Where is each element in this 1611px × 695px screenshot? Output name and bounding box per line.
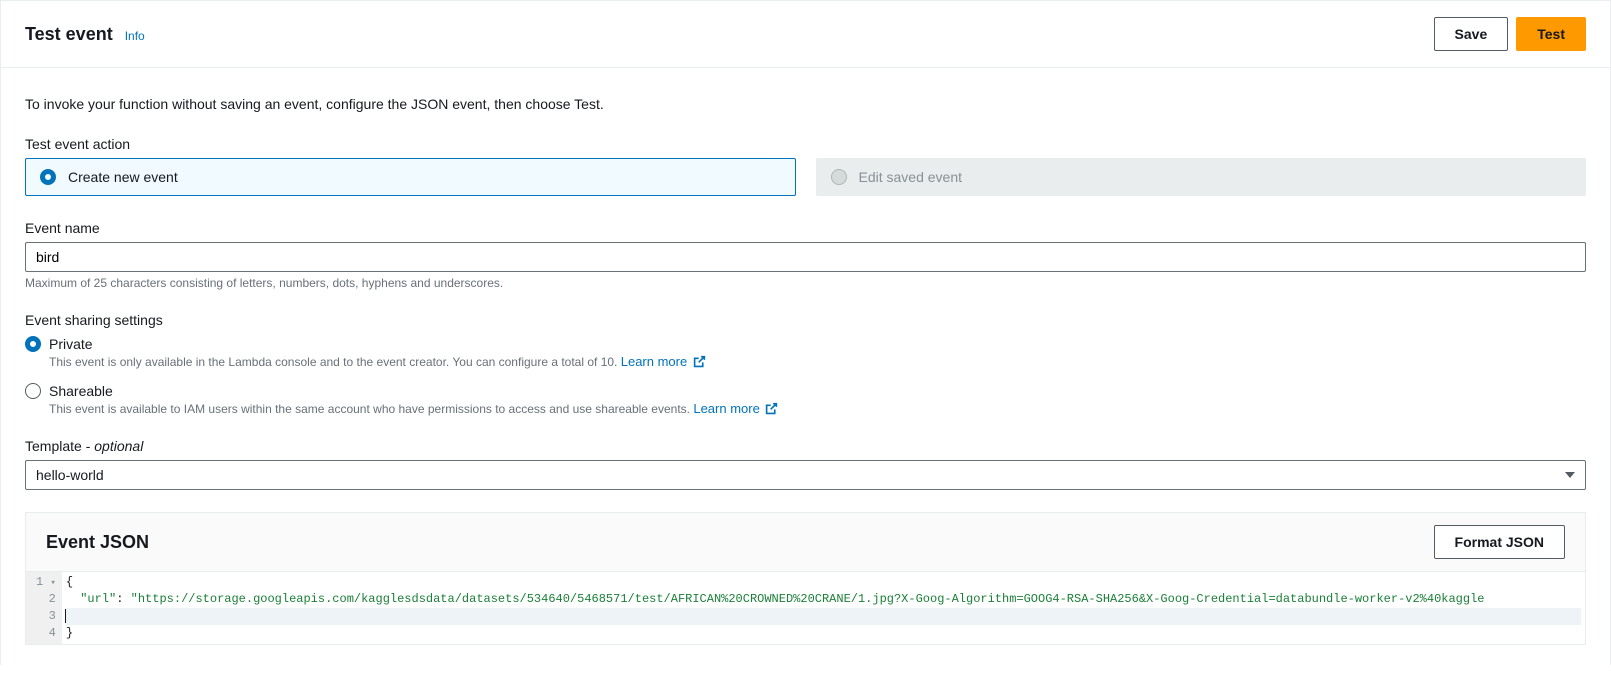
format-json-button[interactable]: Format JSON (1434, 525, 1565, 559)
fold-icon[interactable]: ▾ (50, 578, 55, 588)
radio-label: Shareable (49, 383, 113, 399)
editor-gutter: 1 ▾ 2 3 4 (26, 572, 62, 644)
shareable-description: This event is available to IAM users wit… (49, 401, 1586, 416)
learn-more-link[interactable]: Learn more (621, 354, 706, 369)
panel-body: To invoke your function without saving a… (0, 68, 1611, 665)
info-link[interactable]: Info (125, 29, 145, 43)
radio-icon (25, 383, 41, 399)
event-json-panel: Event JSON Format JSON 1 ▾ 2 3 4 { "url"… (25, 512, 1586, 645)
action-label: Test event action (25, 136, 1586, 152)
template-label: Template - optional (25, 438, 1586, 454)
tile-create-new-event[interactable]: Create new event (25, 158, 796, 196)
external-link-icon (693, 355, 706, 368)
panel-header: Test event Info Save Test (0, 0, 1611, 68)
tile-edit-saved-event: Edit saved event (816, 158, 1587, 196)
chevron-down-icon (1565, 472, 1575, 478)
json-editor[interactable]: 1 ▾ 2 3 4 { "url": "https://storage.goog… (26, 571, 1585, 644)
radio-label: Private (49, 336, 93, 352)
radio-private[interactable]: Private (25, 336, 1586, 352)
event-name-input[interactable] (25, 242, 1586, 272)
tile-label: Edit saved event (859, 169, 963, 185)
private-description: This event is only available in the Lamb… (49, 354, 1586, 369)
event-name-hint: Maximum of 25 characters consisting of l… (25, 276, 1586, 290)
header-left: Test event Info (25, 24, 145, 45)
template-select[interactable]: hello-world (25, 460, 1586, 490)
json-header: Event JSON Format JSON (26, 513, 1585, 571)
action-tiles: Create new event Edit saved event (25, 158, 1586, 196)
radio-icon (831, 169, 847, 185)
radio-shareable[interactable]: Shareable (25, 383, 1586, 399)
save-button[interactable]: Save (1434, 17, 1509, 51)
cursor-icon (65, 609, 66, 623)
radio-icon (25, 336, 41, 352)
header-actions: Save Test (1434, 17, 1586, 51)
select-value: hello-world (36, 467, 104, 483)
test-button[interactable]: Test (1516, 17, 1586, 51)
learn-more-link[interactable]: Learn more (693, 401, 778, 416)
description-text: To invoke your function without saving a… (25, 96, 1586, 112)
radio-icon (40, 169, 56, 185)
json-title: Event JSON (46, 532, 149, 553)
page-title: Test event (25, 24, 113, 45)
event-name-label: Event name (25, 220, 1586, 236)
external-link-icon (765, 402, 778, 415)
editor-code[interactable]: { "url": "https://storage.googleapis.com… (62, 572, 1585, 644)
tile-label: Create new event (68, 169, 178, 185)
sharing-label: Event sharing settings (25, 312, 1586, 328)
